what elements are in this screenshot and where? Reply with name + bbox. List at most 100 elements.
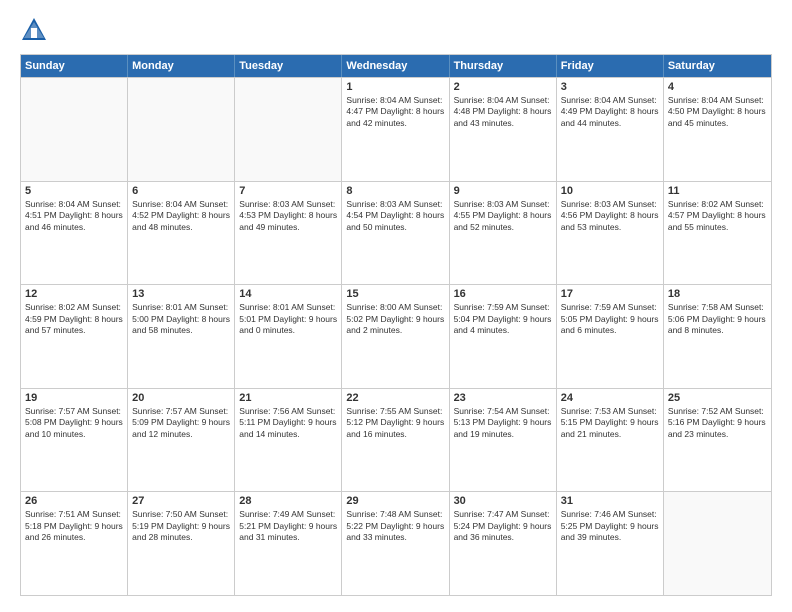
day-number: 22 xyxy=(346,392,444,404)
day-cell-2: 2 Sunrise: 8:04 AM Sunset: 4:48 PM Daylig… xyxy=(450,78,557,181)
day-cell-12: 12 Sunrise: 8:02 AM Sunset: 4:59 PM Dayli… xyxy=(21,285,128,388)
day-cell-31: 31Sunrise: 7:46 AM Sunset: 5:25 PM Dayli… xyxy=(557,492,664,595)
day-info: Sunrise: 8:04 AM Sunset: 4:48 PM Dayligh… xyxy=(454,95,552,129)
day-number: 21 xyxy=(239,392,337,404)
week-row-4: 26 Sunrise: 7:51 AM Sunset: 5:18 PM Dayli… xyxy=(21,491,771,595)
logo xyxy=(20,16,52,44)
day-cell-4: 4 Sunrise: 8:04 AM Sunset: 4:50 PM Daylig… xyxy=(664,78,771,181)
day-cell-18: 18Sunrise: 7:58 AM Sunset: 5:06 PM Dayli… xyxy=(664,285,771,388)
day-cell-24: 24 Sunrise: 7:53 AM Sunset: 5:15 PM Dayli… xyxy=(557,389,664,492)
day-info: Sunrise: 7:52 AM Sunset: 5:16 PM Dayligh… xyxy=(668,406,767,440)
day-number: 8 xyxy=(346,185,444,197)
day-info: Sunrise: 7:57 AM Sunset: 5:09 PM Dayligh… xyxy=(132,406,230,440)
day-number: 24 xyxy=(561,392,659,404)
day-info: Sunrise: 7:55 AM Sunset: 5:12 PM Dayligh… xyxy=(346,406,444,440)
week-row-2: 12 Sunrise: 8:02 AM Sunset: 4:59 PM Dayli… xyxy=(21,284,771,388)
day-cell-29: 29 Sunrise: 7:48 AM Sunset: 5:22 PM Dayli… xyxy=(342,492,449,595)
day-number: 19 xyxy=(25,392,123,404)
day-number: 17 xyxy=(561,288,659,300)
day-info: Sunrise: 8:03 AM Sunset: 4:55 PM Dayligh… xyxy=(454,199,552,233)
week-row-3: 19Sunrise: 7:57 AM Sunset: 5:08 PM Dayli… xyxy=(21,388,771,492)
day-number: 4 xyxy=(668,81,767,93)
day-number: 15 xyxy=(346,288,444,300)
day-info: Sunrise: 7:54 AM Sunset: 5:13 PM Dayligh… xyxy=(454,406,552,440)
empty-cell xyxy=(235,78,342,181)
day-number: 18 xyxy=(668,288,767,300)
day-number: 13 xyxy=(132,288,230,300)
empty-cell xyxy=(21,78,128,181)
day-cell-9: 9 Sunrise: 8:03 AM Sunset: 4:55 PM Daylig… xyxy=(450,182,557,285)
day-number: 6 xyxy=(132,185,230,197)
day-number: 11 xyxy=(668,185,767,197)
day-info: Sunrise: 7:47 AM Sunset: 5:24 PM Dayligh… xyxy=(454,509,552,543)
day-number: 27 xyxy=(132,495,230,507)
header-day-thursday: Thursday xyxy=(450,55,557,77)
page: SundayMondayTuesdayWednesdayThursdayFrid… xyxy=(0,0,792,612)
day-cell-30: 30 Sunrise: 7:47 AM Sunset: 5:24 PM Dayli… xyxy=(450,492,557,595)
header xyxy=(20,16,772,44)
day-info: Sunrise: 7:48 AM Sunset: 5:22 PM Dayligh… xyxy=(346,509,444,543)
day-cell-3: 3 Sunrise: 8:04 AM Sunset: 4:49 PM Daylig… xyxy=(557,78,664,181)
day-info: Sunrise: 7:59 AM Sunset: 5:04 PM Dayligh… xyxy=(454,302,552,336)
day-cell-15: 15 Sunrise: 8:00 AM Sunset: 5:02 PM Dayli… xyxy=(342,285,449,388)
day-number: 26 xyxy=(25,495,123,507)
day-cell-27: 27Sunrise: 7:50 AM Sunset: 5:19 PM Dayli… xyxy=(128,492,235,595)
day-cell-7: 7Sunrise: 8:03 AM Sunset: 4:53 PM Daylig… xyxy=(235,182,342,285)
day-info: Sunrise: 7:53 AM Sunset: 5:15 PM Dayligh… xyxy=(561,406,659,440)
day-info: Sunrise: 8:01 AM Sunset: 5:01 PM Dayligh… xyxy=(239,302,337,336)
day-cell-23: 23 Sunrise: 7:54 AM Sunset: 5:13 PM Dayli… xyxy=(450,389,557,492)
header-day-tuesday: Tuesday xyxy=(235,55,342,77)
day-number: 20 xyxy=(132,392,230,404)
day-info: Sunrise: 8:02 AM Sunset: 4:57 PM Dayligh… xyxy=(668,199,767,233)
day-cell-20: 20 Sunrise: 7:57 AM Sunset: 5:09 PM Dayli… xyxy=(128,389,235,492)
day-cell-26: 26 Sunrise: 7:51 AM Sunset: 5:18 PM Dayli… xyxy=(21,492,128,595)
day-cell-10: 10Sunrise: 8:03 AM Sunset: 4:56 PM Dayli… xyxy=(557,182,664,285)
day-number: 12 xyxy=(25,288,123,300)
day-number: 30 xyxy=(454,495,552,507)
day-cell-11: 11 Sunrise: 8:02 AM Sunset: 4:57 PM Dayli… xyxy=(664,182,771,285)
day-info: Sunrise: 8:03 AM Sunset: 4:53 PM Dayligh… xyxy=(239,199,337,233)
day-number: 5 xyxy=(25,185,123,197)
day-info: Sunrise: 8:03 AM Sunset: 4:54 PM Dayligh… xyxy=(346,199,444,233)
day-number: 9 xyxy=(454,185,552,197)
day-number: 29 xyxy=(346,495,444,507)
day-info: Sunrise: 8:02 AM Sunset: 4:59 PM Dayligh… xyxy=(25,302,123,336)
header-day-friday: Friday xyxy=(557,55,664,77)
calendar: SundayMondayTuesdayWednesdayThursdayFrid… xyxy=(20,54,772,596)
day-number: 2 xyxy=(454,81,552,93)
day-info: Sunrise: 8:04 AM Sunset: 4:49 PM Dayligh… xyxy=(561,95,659,129)
header-day-wednesday: Wednesday xyxy=(342,55,449,77)
day-cell-13: 13 Sunrise: 8:01 AM Sunset: 5:00 PM Dayli… xyxy=(128,285,235,388)
header-day-monday: Monday xyxy=(128,55,235,77)
day-info: Sunrise: 8:04 AM Sunset: 4:50 PM Dayligh… xyxy=(668,95,767,129)
header-day-sunday: Sunday xyxy=(21,55,128,77)
day-info: Sunrise: 8:01 AM Sunset: 5:00 PM Dayligh… xyxy=(132,302,230,336)
day-number: 1 xyxy=(346,81,444,93)
day-info: Sunrise: 7:49 AM Sunset: 5:21 PM Dayligh… xyxy=(239,509,337,543)
day-cell-14: 14 Sunrise: 8:01 AM Sunset: 5:01 PM Dayli… xyxy=(235,285,342,388)
day-cell-16: 16 Sunrise: 7:59 AM Sunset: 5:04 PM Dayli… xyxy=(450,285,557,388)
day-cell-5: 5 Sunrise: 8:04 AM Sunset: 4:51 PM Daylig… xyxy=(21,182,128,285)
day-cell-1: 1Sunrise: 8:04 AM Sunset: 4:47 PM Daylig… xyxy=(342,78,449,181)
day-info: Sunrise: 8:00 AM Sunset: 5:02 PM Dayligh… xyxy=(346,302,444,336)
day-info: Sunrise: 7:51 AM Sunset: 5:18 PM Dayligh… xyxy=(25,509,123,543)
day-cell-17: 17Sunrise: 7:59 AM Sunset: 5:05 PM Dayli… xyxy=(557,285,664,388)
calendar-header: SundayMondayTuesdayWednesdayThursdayFrid… xyxy=(21,55,771,77)
day-cell-8: 8 Sunrise: 8:03 AM Sunset: 4:54 PM Daylig… xyxy=(342,182,449,285)
day-info: Sunrise: 8:03 AM Sunset: 4:56 PM Dayligh… xyxy=(561,199,659,233)
day-cell-21: 21 Sunrise: 7:56 AM Sunset: 5:11 PM Dayli… xyxy=(235,389,342,492)
day-cell-28: 28Sunrise: 7:49 AM Sunset: 5:21 PM Dayli… xyxy=(235,492,342,595)
day-number: 23 xyxy=(454,392,552,404)
day-cell-25: 25 Sunrise: 7:52 AM Sunset: 5:16 PM Dayli… xyxy=(664,389,771,492)
day-number: 31 xyxy=(561,495,659,507)
day-number: 25 xyxy=(668,392,767,404)
logo-icon xyxy=(20,16,48,44)
day-number: 14 xyxy=(239,288,337,300)
empty-cell xyxy=(664,492,771,595)
day-number: 3 xyxy=(561,81,659,93)
day-cell-22: 22 Sunrise: 7:55 AM Sunset: 5:12 PM Dayli… xyxy=(342,389,449,492)
calendar-body: 1Sunrise: 8:04 AM Sunset: 4:47 PM Daylig… xyxy=(21,77,771,595)
day-number: 16 xyxy=(454,288,552,300)
day-info: Sunrise: 7:56 AM Sunset: 5:11 PM Dayligh… xyxy=(239,406,337,440)
day-info: Sunrise: 8:04 AM Sunset: 4:51 PM Dayligh… xyxy=(25,199,123,233)
